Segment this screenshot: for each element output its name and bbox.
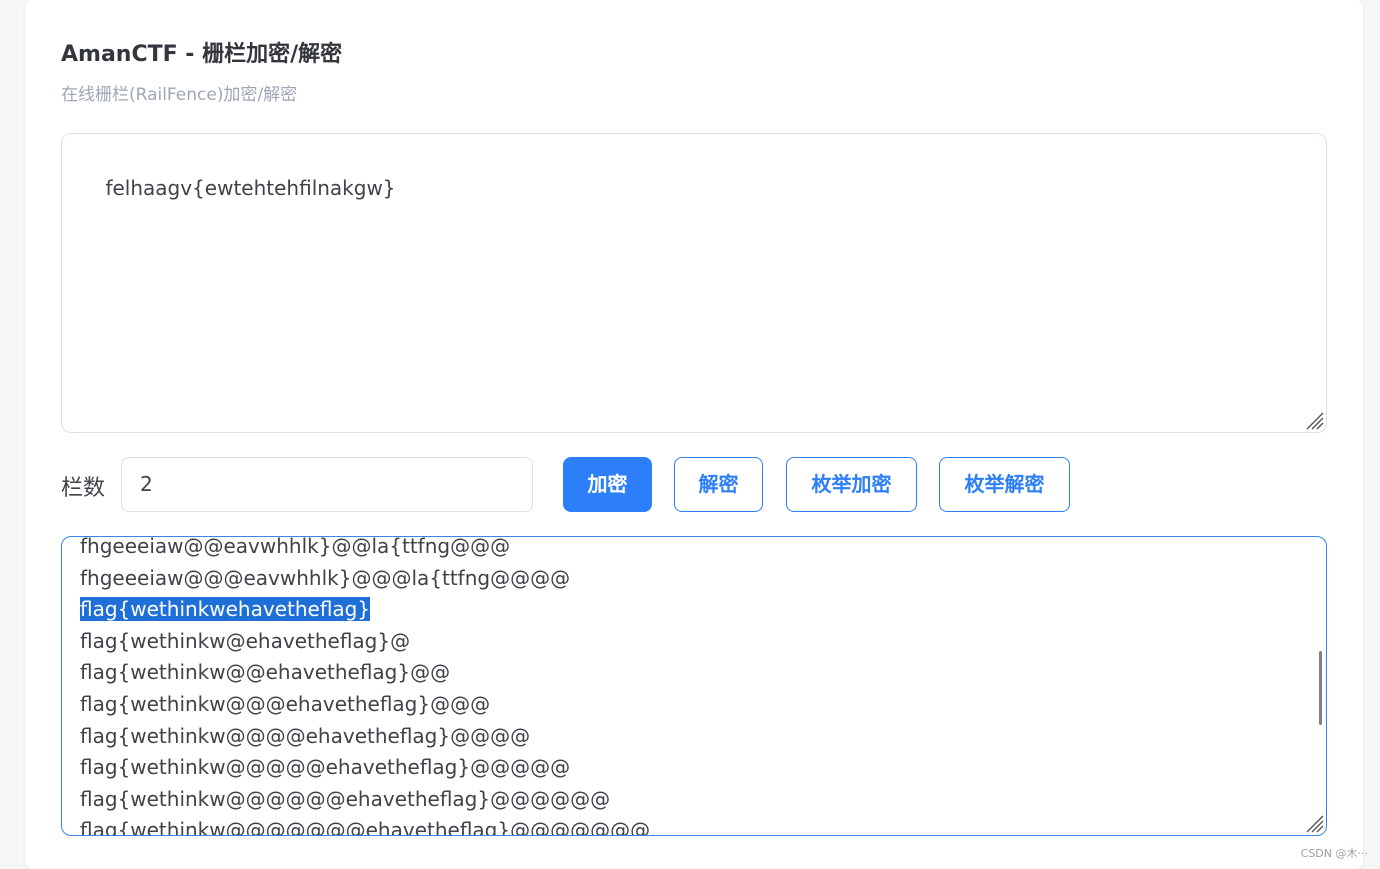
output-lines: fhgeeeiaw@@eavwhhlk}@@la{ttfng@@@ fhgeeei… [80,536,651,836]
output-line: fhgeeeiaw@@@eavwhhlk}@@@la{ttfng@@@@ [80,563,650,595]
input-text: felhaagv{ewtehtehfilnakgw} [105,176,396,200]
resize-grip-icon[interactable] [1302,408,1324,430]
output-line-text: flag{wethinkw@@@@@@@ehavetheflag}@@@@@@@ [80,818,651,836]
resize-grip-icon[interactable] [1302,811,1324,833]
output-line-text: flag{wethinkwehavetheflag} [80,597,371,622]
scrollbar-thumb[interactable] [1319,651,1322,725]
main-card: AmanCTF - 栅栏加密/解密 在线栅栏(RailFence)加密/解密 f… [25,0,1363,869]
decrypt-button[interactable]: 解密 [674,457,763,512]
output-line-text: fhgeeeiaw@@eavwhhlk}@@la{ttfng@@@ [80,536,511,558]
encrypt-button[interactable]: 加密 [563,457,652,512]
output-line: flag{wethinkw@@ehavetheflag}@@ [80,657,650,689]
output-line-text: flag{wethinkw@@@ehavetheflag}@@@ [80,691,491,716]
output-line: flag{wethinkwehavetheflag} [80,594,650,626]
output-line: flag{wethinkw@@@@ehavetheflag}@@@@ [80,721,650,753]
enum-encrypt-button[interactable]: 枚举加密 [786,457,917,512]
rails-input[interactable]: 2 [121,457,533,512]
input-textarea[interactable]: felhaagv{ewtehtehfilnakgw} [61,133,1327,433]
output-line-text: flag{wethinkw@@ehavetheflag}@@ [80,660,451,685]
rails-label: 栏数 [61,476,106,501]
output-line: flag{wethinkw@@@@@@@ehavetheflag}@@@@@@@ [80,815,651,836]
output-line-text: flag{wethinkw@@@@@@ehavetheflag}@@@@@@ [80,786,611,811]
output-line-text: fhgeeeiaw@@@eavwhhlk}@@@la{ttfng@@@@ [80,565,571,590]
page-subtitle: 在线栅栏(RailFence)加密/解密 [61,85,298,105]
output-line: flag{wethinkw@@@@@@ehavetheflag}@@@@@@ [80,784,650,816]
watermark: CSDN @木··· [1300,847,1368,860]
output-line: flag{wethinkw@@@ehavetheflag}@@@ [80,689,650,721]
output-textarea[interactable]: fhgeeeiaw@@eavwhhlk}@@la{ttfng@@@ fhgeeei… [61,536,1327,836]
page-title: AmanCTF - 栅栏加密/解密 [61,42,343,67]
output-line: flag{wethinkw@@@@@ehavetheflag}@@@@@ [80,752,650,784]
output-line: flag{wethinkw@ehavetheflag}@ [80,626,650,658]
output-line-text: flag{wethinkw@@@@ehavetheflag}@@@@ [80,723,531,748]
output-line-text: flag{wethinkw@@@@@ehavetheflag}@@@@@ [80,755,571,780]
output-line: fhgeeeiaw@@eavwhhlk}@@la{ttfng@@@ [80,536,650,563]
output-line-text: flag{wethinkw@ehavetheflag}@ [80,628,411,653]
enum-decrypt-button[interactable]: 枚举解密 [939,457,1070,512]
